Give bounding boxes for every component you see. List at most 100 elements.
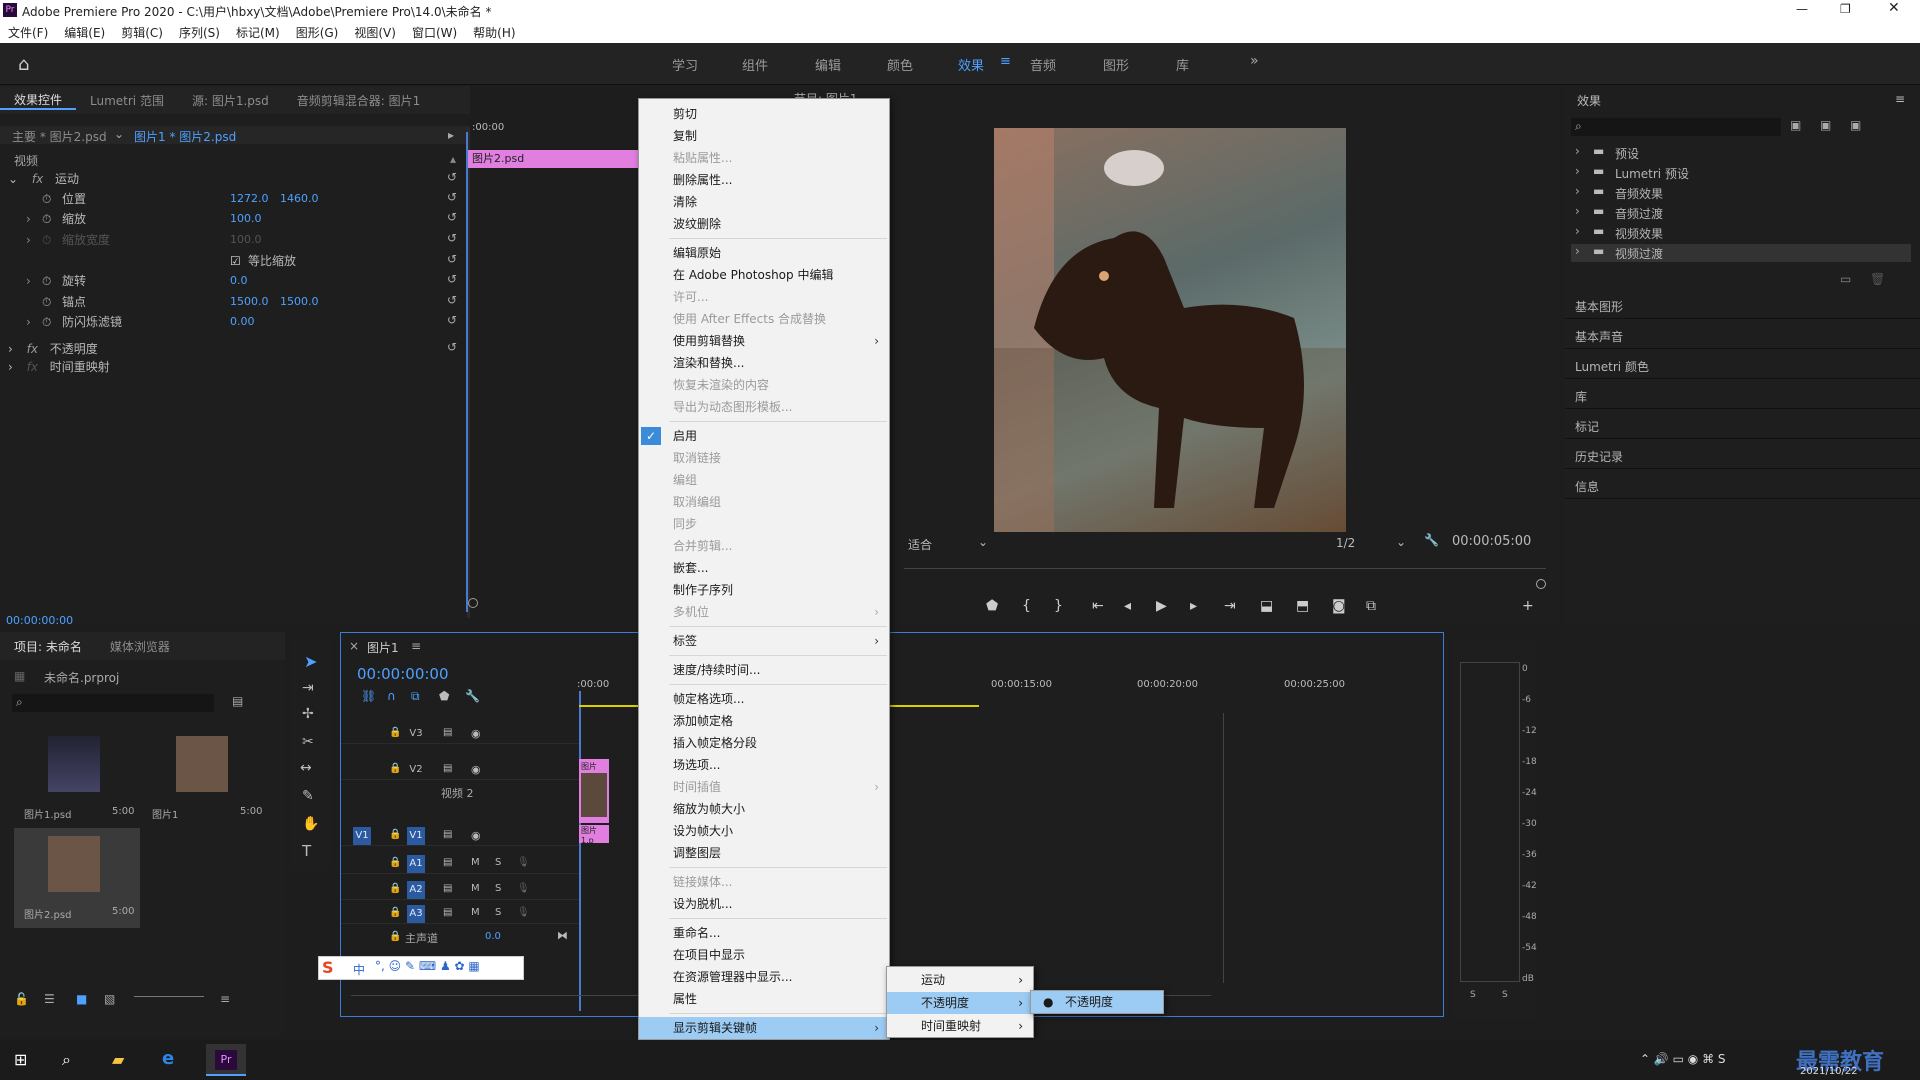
panel-menu-icon[interactable]: ≡ xyxy=(1895,92,1905,106)
sort-icon[interactable]: ≡ xyxy=(220,992,230,1006)
track-lock-icon[interactable]: 🔒 xyxy=(389,763,401,774)
workspace-tab-4[interactable]: 效果 xyxy=(958,55,984,74)
ec-prop-row-4[interactable]: › ⏱ 旋转 0.0 xyxy=(26,272,446,290)
effects-section-5[interactable]: 历史记录 xyxy=(1575,448,1623,465)
context-menu-item-44[interactable]: 在资源管理器中显示... xyxy=(639,966,889,988)
project-item-2[interactable]: 图片2.psd 5:00 xyxy=(14,828,140,928)
workspace-tab-6[interactable]: 图形 xyxy=(1103,55,1129,74)
quality-dropdown[interactable]: 1/2 ⌄ xyxy=(1332,534,1412,552)
reset-icon[interactable]: ↺ xyxy=(447,293,457,307)
play-only-icon[interactable]: ▸ xyxy=(448,128,454,142)
more-workspaces-icon[interactable]: » xyxy=(1250,53,1259,69)
context-menu-item-5[interactable]: 波纹删除 xyxy=(639,213,889,235)
stopwatch-icon[interactable]: ⏱ xyxy=(42,313,51,331)
yuv-effects-icon[interactable]: ▣ xyxy=(1850,118,1861,132)
ec-prop-value1-4[interactable]: 0.0 xyxy=(230,272,248,290)
master-lock-icon[interactable]: 🔒 xyxy=(389,931,401,942)
context-menu-item-11[interactable]: 使用剪辑替换 › xyxy=(639,330,889,352)
list-view-icon[interactable]: ☰ xyxy=(44,992,55,1006)
workspace-tab-5[interactable]: 音频 xyxy=(1030,55,1056,74)
timeline-settings-icon[interactable]: 🔧 xyxy=(465,689,480,703)
sync-lock-icon[interactable]: ▤ xyxy=(443,907,452,918)
solo-right-button[interactable]: S xyxy=(1502,990,1508,1000)
mic-icon[interactable]: 🎙 xyxy=(517,907,530,918)
effects-section-4[interactable]: 标记 xyxy=(1575,418,1599,435)
checkbox-icon[interactable]: ☑ xyxy=(230,252,241,270)
windows-start-icon[interactable]: ⊞ xyxy=(14,1050,27,1069)
panel-menu-icon[interactable]: ≡ xyxy=(411,639,421,653)
context-menu-item-31[interactable]: 添加帧定格 xyxy=(639,710,889,732)
expand-chevron-icon[interactable]: › xyxy=(26,272,31,290)
effects-folder-0[interactable]: › ▬ 预设 xyxy=(1571,144,1911,162)
effects-folder-2[interactable]: › ▬ 音频效果 xyxy=(1571,184,1911,202)
ec-timecode[interactable]: 00:00:00:00 xyxy=(6,614,73,627)
track-toggle-V1[interactable]: V1 xyxy=(407,827,425,845)
mark-out-icon[interactable]: } xyxy=(1054,598,1063,614)
lock-icon[interactable]: 🔓 xyxy=(14,992,29,1006)
context-menu-item-1[interactable]: 复制 xyxy=(639,125,889,147)
effects-section-3[interactable]: 库 xyxy=(1575,388,1587,405)
razor-tool-icon[interactable]: ✂ xyxy=(302,734,314,750)
eye-icon[interactable]: ◉ xyxy=(471,829,481,842)
mute-button[interactable]: M xyxy=(471,857,480,868)
ec-tab-1[interactable]: Lumetri 范围 xyxy=(76,92,178,109)
timeline-playhead[interactable] xyxy=(579,691,581,1011)
chevron-down-icon[interactable]: ⌄ xyxy=(114,127,124,141)
ec-prop-row-2[interactable]: › ⏱ 缩放宽度 100.0 xyxy=(26,231,446,249)
ime-toolbar[interactable]: S 中 °, ☺ ✎ ⌨ ♟ ✿ ▦ xyxy=(318,956,524,980)
track-toggle-A2[interactable]: A2 xyxy=(407,881,425,899)
context-menu-item-3[interactable]: 删除属性... xyxy=(639,169,889,191)
menu-item-2[interactable]: 剪辑(C) xyxy=(113,24,171,41)
file-explorer-icon[interactable]: ▰ xyxy=(112,1050,124,1069)
ec-clip-label[interactable]: 图片1 * 图片2.psd xyxy=(134,128,236,145)
stopwatch-icon[interactable]: ⏱ xyxy=(42,231,51,249)
bin-icon[interactable]: ▤ xyxy=(232,694,243,708)
context-menu-item-22[interactable]: 嵌套... xyxy=(639,557,889,579)
solo-button[interactable]: S xyxy=(495,857,501,868)
expand-chevron-icon[interactable]: › xyxy=(26,231,31,249)
ec-tab-2[interactable]: 源: 图片1.psd xyxy=(178,92,283,109)
menu-item-3[interactable]: 序列(S) xyxy=(171,24,228,41)
ec-prop-row-6[interactable]: › ⏱ 防闪烁滤镜 0.00 xyxy=(26,313,446,331)
workspace-tab-3[interactable]: 颜色 xyxy=(887,55,913,74)
sync-lock-icon[interactable]: ▤ xyxy=(443,763,452,774)
step-back-icon[interactable]: ◂ xyxy=(1124,598,1131,614)
ec-prop-row-1[interactable]: › ⏱ 缩放 100.0 xyxy=(26,210,446,228)
search-icon[interactable]: ⌕ xyxy=(62,1050,71,1070)
timeline-vscroll[interactable] xyxy=(1223,713,1224,983)
project-item-1[interactable]: 图片1 5:00 xyxy=(142,728,268,828)
stopwatch-icon[interactable]: ⏱ xyxy=(42,272,51,290)
context-menu-item-40[interactable]: 设为脱机... xyxy=(639,893,889,915)
export-frame-icon[interactable]: ◙ xyxy=(1332,598,1346,614)
context-menu-item-8[interactable]: 在 Adobe Photoshop 中编辑 xyxy=(639,264,889,286)
close-button[interactable]: ✕ xyxy=(1888,0,1900,16)
effects-folder-3[interactable]: › ▬ 音频过渡 xyxy=(1571,204,1911,222)
step-forward-icon[interactable]: ▸ xyxy=(1190,598,1197,614)
reset-icon[interactable]: ↺ xyxy=(447,340,457,354)
mic-icon[interactable]: 🎙 xyxy=(517,883,530,894)
compare-icon[interactable]: ⧉ xyxy=(1366,598,1376,614)
reset-icon[interactable]: ↺ xyxy=(447,313,457,327)
effects-search-input[interactable]: ⌕ xyxy=(1571,118,1781,136)
workspace-tab-7[interactable]: 库 xyxy=(1176,55,1189,74)
play-icon[interactable]: ▶ xyxy=(1156,598,1167,614)
track-toggle-A3[interactable]: A3 xyxy=(407,905,425,923)
effects-folder-1[interactable]: › ▬ Lumetri 预设 xyxy=(1571,164,1911,182)
ripple-edit-tool-icon[interactable]: ✢ xyxy=(302,706,314,722)
mark-in-icon[interactable]: { xyxy=(1022,598,1031,614)
workspace-tab-1[interactable]: 组件 xyxy=(742,55,768,74)
mic-icon[interactable]: 🎙 xyxy=(517,857,530,868)
keyframe-submenu-item-2[interactable]: 时间重映射 › xyxy=(887,1015,1033,1037)
project-search-input[interactable]: ⌕ xyxy=(12,694,214,712)
source-patch-v1[interactable]: V1 xyxy=(353,827,371,845)
effects-section-0[interactable]: 基本图形 xyxy=(1575,298,1623,315)
master-track-value[interactable]: 0.0 xyxy=(485,931,501,942)
menu-item-0[interactable]: 文件(F) xyxy=(0,24,56,41)
linked-selection-icon[interactable]: ⧉ xyxy=(411,689,420,704)
context-menu-item-33[interactable]: 场选项... xyxy=(639,754,889,776)
ec-prop-value2-0[interactable]: 1460.0 xyxy=(280,190,319,208)
ec-prop-value1-6[interactable]: 0.00 xyxy=(230,313,255,331)
keyframe-submenu-item-0[interactable]: 运动 › xyxy=(887,969,1033,991)
ec-prop-value1-2[interactable]: 100.0 xyxy=(230,231,262,249)
track-lock-icon[interactable]: 🔒 xyxy=(389,907,401,918)
